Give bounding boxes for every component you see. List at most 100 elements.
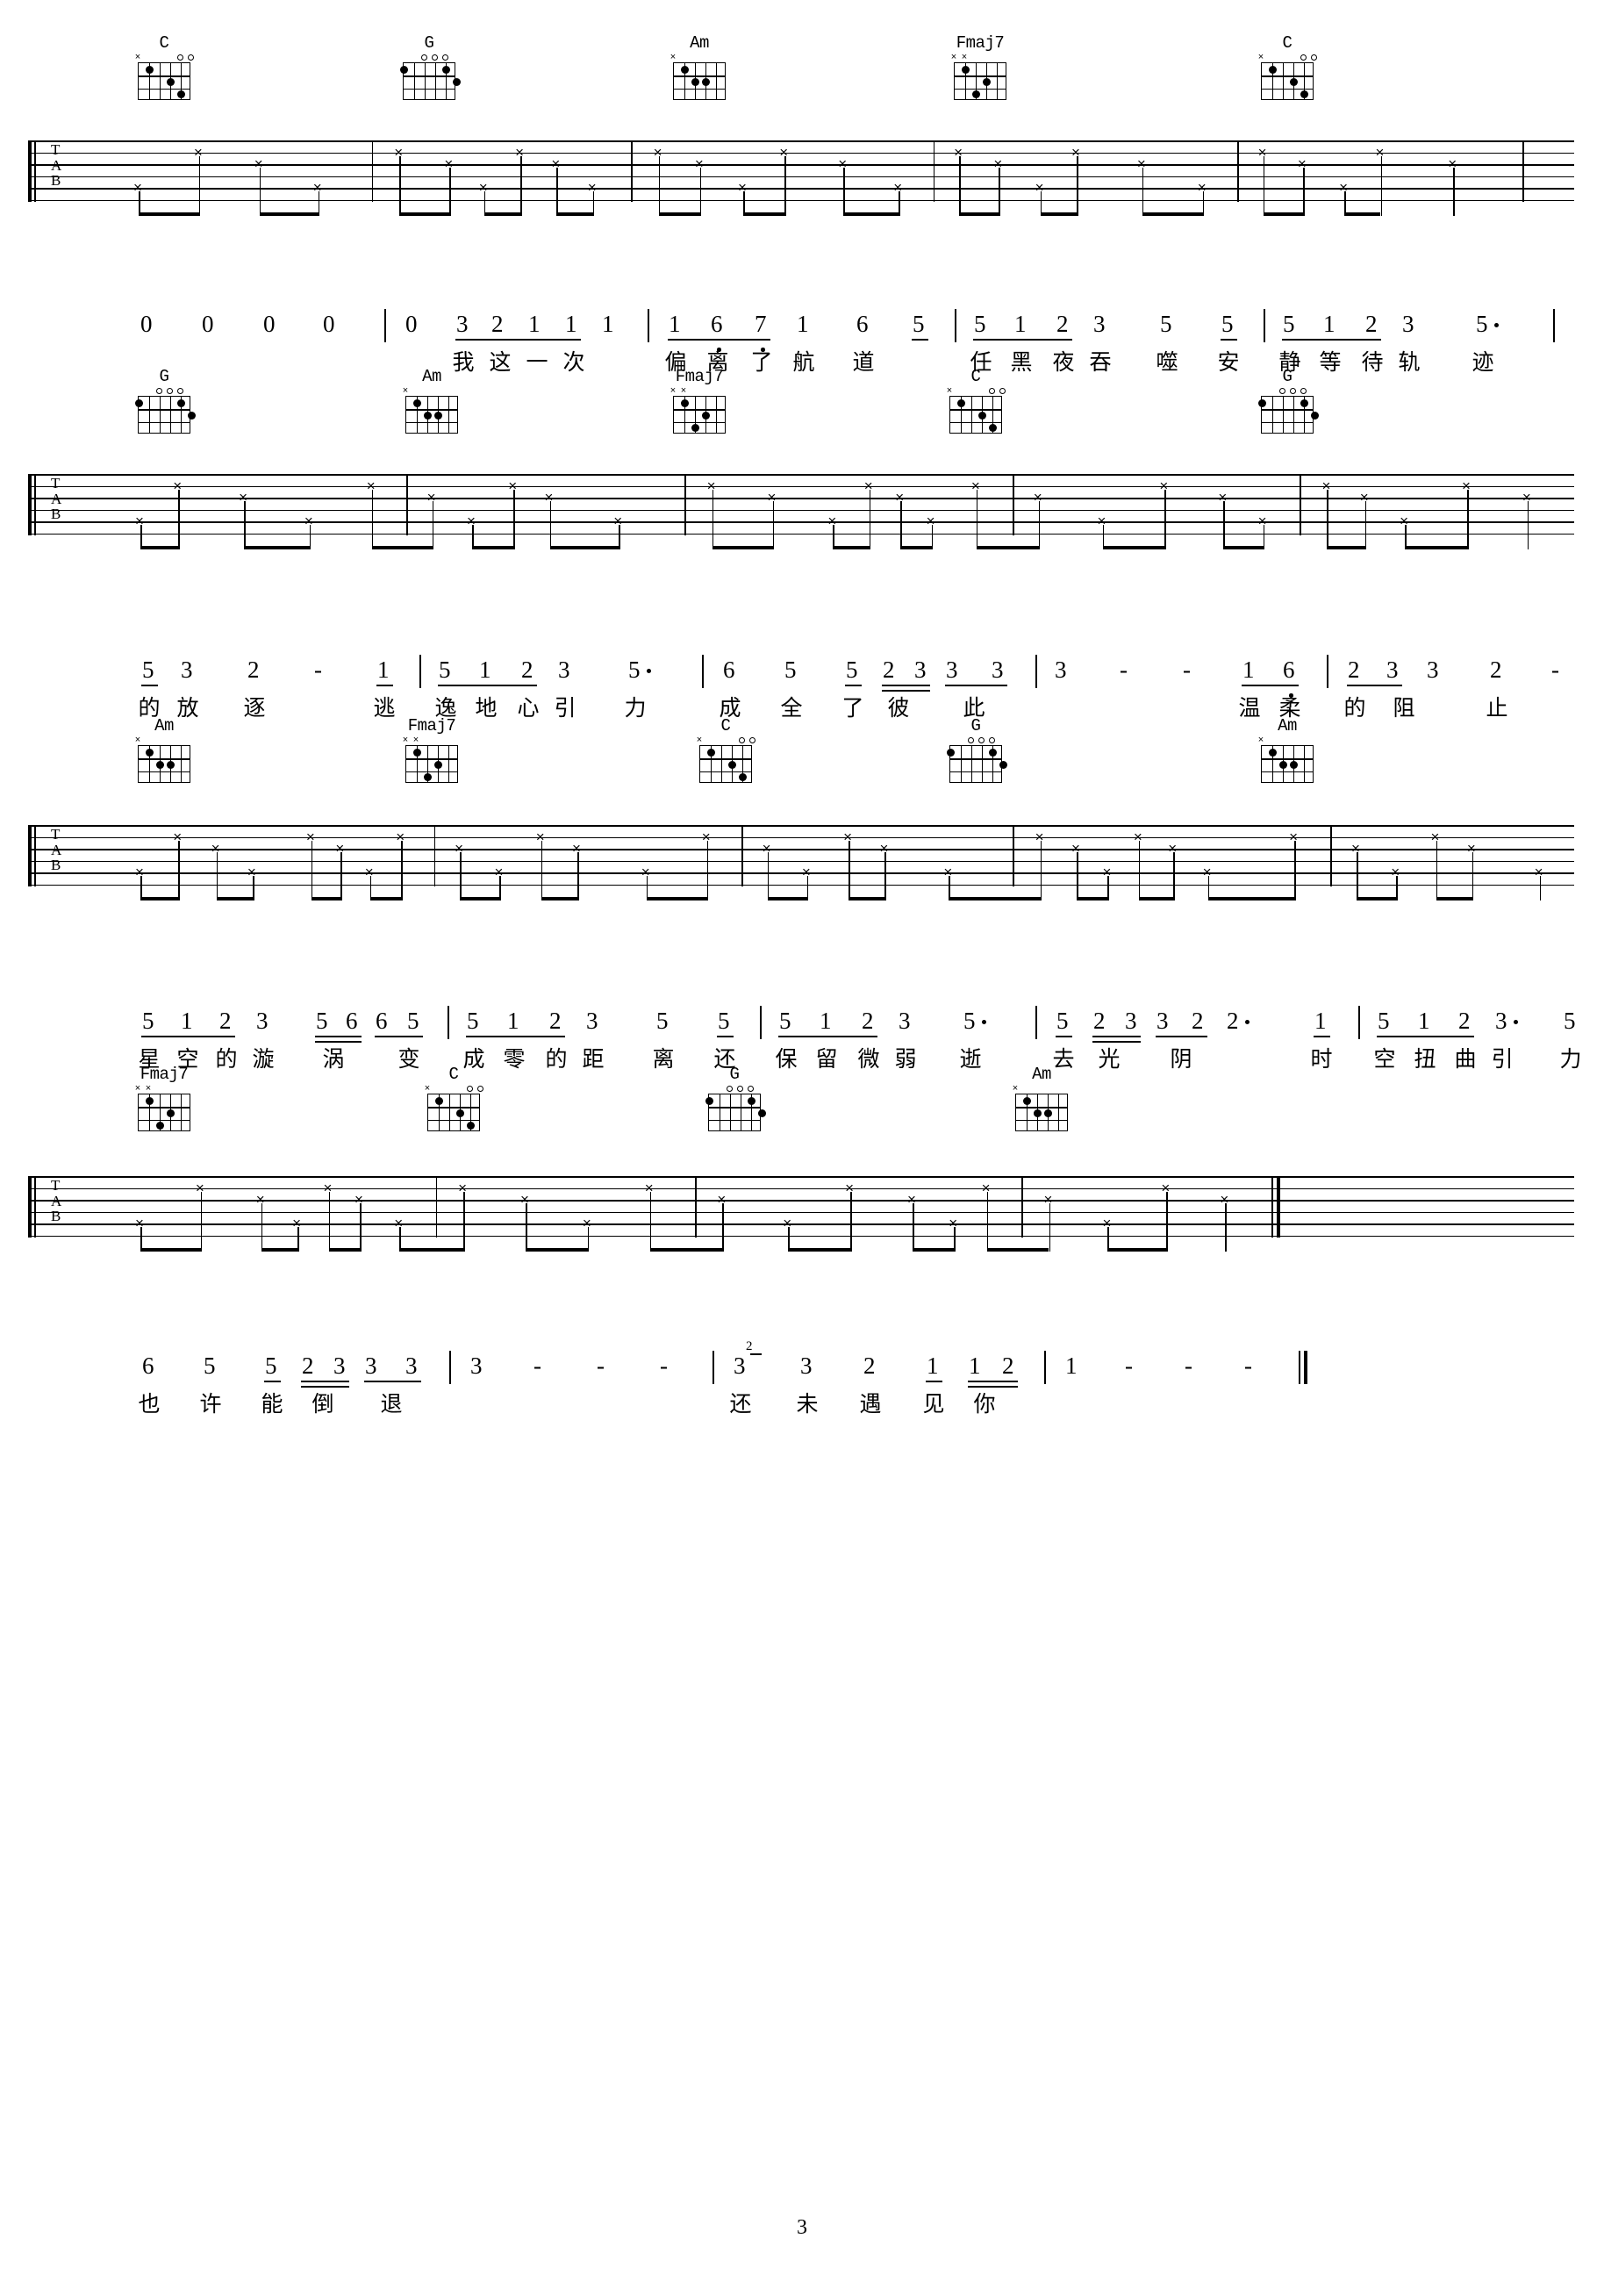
fret-string-line	[971, 746, 973, 782]
strum-x-marker: ×	[193, 143, 203, 161]
lyric-character: 曲	[1454, 1046, 1477, 1072]
open-string-marker	[967, 737, 974, 743]
strum-x-marker: ×	[1257, 143, 1267, 161]
finger-dot	[1257, 398, 1266, 407]
strum-x-marker: ×	[843, 828, 853, 845]
tab-staff: T A B × × × × × × × × × × × × × × × × × × × × × × × × × × ×	[28, 474, 1574, 549]
note-number: 2	[549, 1008, 562, 1034]
chord-name: G	[1282, 367, 1293, 386]
finger-dot	[680, 398, 689, 407]
chord-name: G	[424, 33, 434, 53]
note-number: -	[1244, 1352, 1252, 1379]
open-string-marker	[1289, 388, 1296, 394]
note-number: -	[1185, 1352, 1192, 1379]
note-stem	[722, 1203, 725, 1252]
note-stem	[869, 489, 871, 549]
chord-name: C	[720, 716, 731, 735]
note-number: 3	[1125, 1008, 1137, 1034]
chord-fretboard-grid	[1015, 1094, 1068, 1131]
note-number: 6	[376, 1008, 388, 1034]
strum-x-marker: ×	[1161, 1179, 1171, 1196]
beam-underline	[926, 1381, 942, 1383]
strum-x-marker: ×	[255, 1191, 265, 1208]
beam-underline	[1242, 685, 1299, 687]
staff-start-barline-thin	[34, 474, 36, 535]
finger-dot	[145, 65, 154, 74]
beam-underline	[968, 1381, 1018, 1383]
fret-string-line	[449, 1094, 451, 1130]
chord-name: Fmaj7	[675, 367, 724, 386]
strum-x-marker: ×	[458, 1179, 468, 1196]
open-string-marker	[176, 54, 183, 61]
note-number: 3	[405, 1352, 418, 1379]
note-stem	[1302, 168, 1305, 216]
note-number: 5	[142, 657, 154, 683]
beam	[369, 896, 402, 900]
beam	[1436, 896, 1472, 900]
fret-wire	[1262, 88, 1313, 90]
strum-x-marker: ×	[466, 513, 476, 529]
chord-diagram-g: G	[132, 369, 197, 434]
note-number: 3	[1386, 657, 1399, 683]
note-stem	[577, 852, 579, 900]
open-string-marker	[999, 388, 1006, 394]
note-number: 5	[439, 657, 451, 683]
note-number: 5	[784, 657, 797, 683]
strum-x-marker: ×	[1522, 489, 1531, 506]
staff-line	[28, 884, 1574, 886]
strum-x-marker: ×	[134, 1215, 144, 1231]
finger-dot	[1043, 1109, 1052, 1117]
lyric-character: 一	[526, 349, 548, 375]
finger-dot	[701, 412, 710, 420]
note-number: 3	[586, 1008, 598, 1034]
note-stem	[1436, 840, 1438, 900]
chord-fretboard-grid	[1261, 62, 1314, 100]
beam	[646, 896, 707, 900]
beam	[976, 545, 1039, 549]
open-string-marker	[738, 737, 745, 743]
mute-marker: ×	[1012, 1083, 1019, 1094]
finger-dot	[1033, 1109, 1042, 1117]
open-string-marker	[1300, 388, 1307, 394]
fret-wire	[139, 771, 190, 772]
staff-line	[28, 1235, 1574, 1237]
finger-dot	[946, 748, 955, 757]
fret-wire	[950, 421, 1001, 423]
note-number: -	[1120, 657, 1128, 683]
beam	[1207, 896, 1295, 900]
open-string-marker	[466, 1086, 473, 1092]
note-number: 1	[969, 1352, 981, 1379]
lyric-character: 遇	[859, 1391, 882, 1417]
chord-diagram-g: G	[1255, 369, 1320, 434]
note-number: 5	[1283, 311, 1295, 337]
fret-string-line	[730, 1094, 732, 1130]
beam	[556, 212, 593, 216]
lyric-character: 次	[562, 349, 585, 375]
barline	[1299, 474, 1301, 535]
fret-wire	[428, 1107, 479, 1109]
note-number: 1	[181, 1008, 193, 1034]
lyric-character: 止	[1486, 695, 1508, 721]
fret-string-line	[181, 1094, 183, 1130]
finger-dot	[1022, 1096, 1031, 1105]
beam	[460, 896, 500, 900]
note-stem	[1077, 155, 1078, 216]
lyric-character: 温	[1238, 695, 1261, 721]
lyric-character: 黑	[1010, 349, 1033, 375]
chord-fretboard-grid	[138, 745, 190, 783]
measure-barline	[419, 655, 421, 688]
note-stem	[1138, 840, 1141, 900]
strum-x-marker: ×	[1035, 179, 1044, 196]
beam-underline	[1377, 1036, 1474, 1038]
chord-diagram-c: C ×	[132, 35, 197, 100]
chord-open-mute-markers: ×	[693, 735, 758, 745]
tab-letter: A	[51, 490, 62, 507]
staff-line	[28, 485, 1574, 487]
fret-string-line	[414, 63, 416, 99]
chord-diagram-c: C ×	[421, 1066, 486, 1131]
beam-underline	[778, 1036, 877, 1038]
staff-line	[28, 521, 1574, 523]
strum-x-marker: ×	[519, 1191, 529, 1208]
beam-underline	[301, 1381, 349, 1383]
note-number: 5	[1378, 1008, 1390, 1034]
